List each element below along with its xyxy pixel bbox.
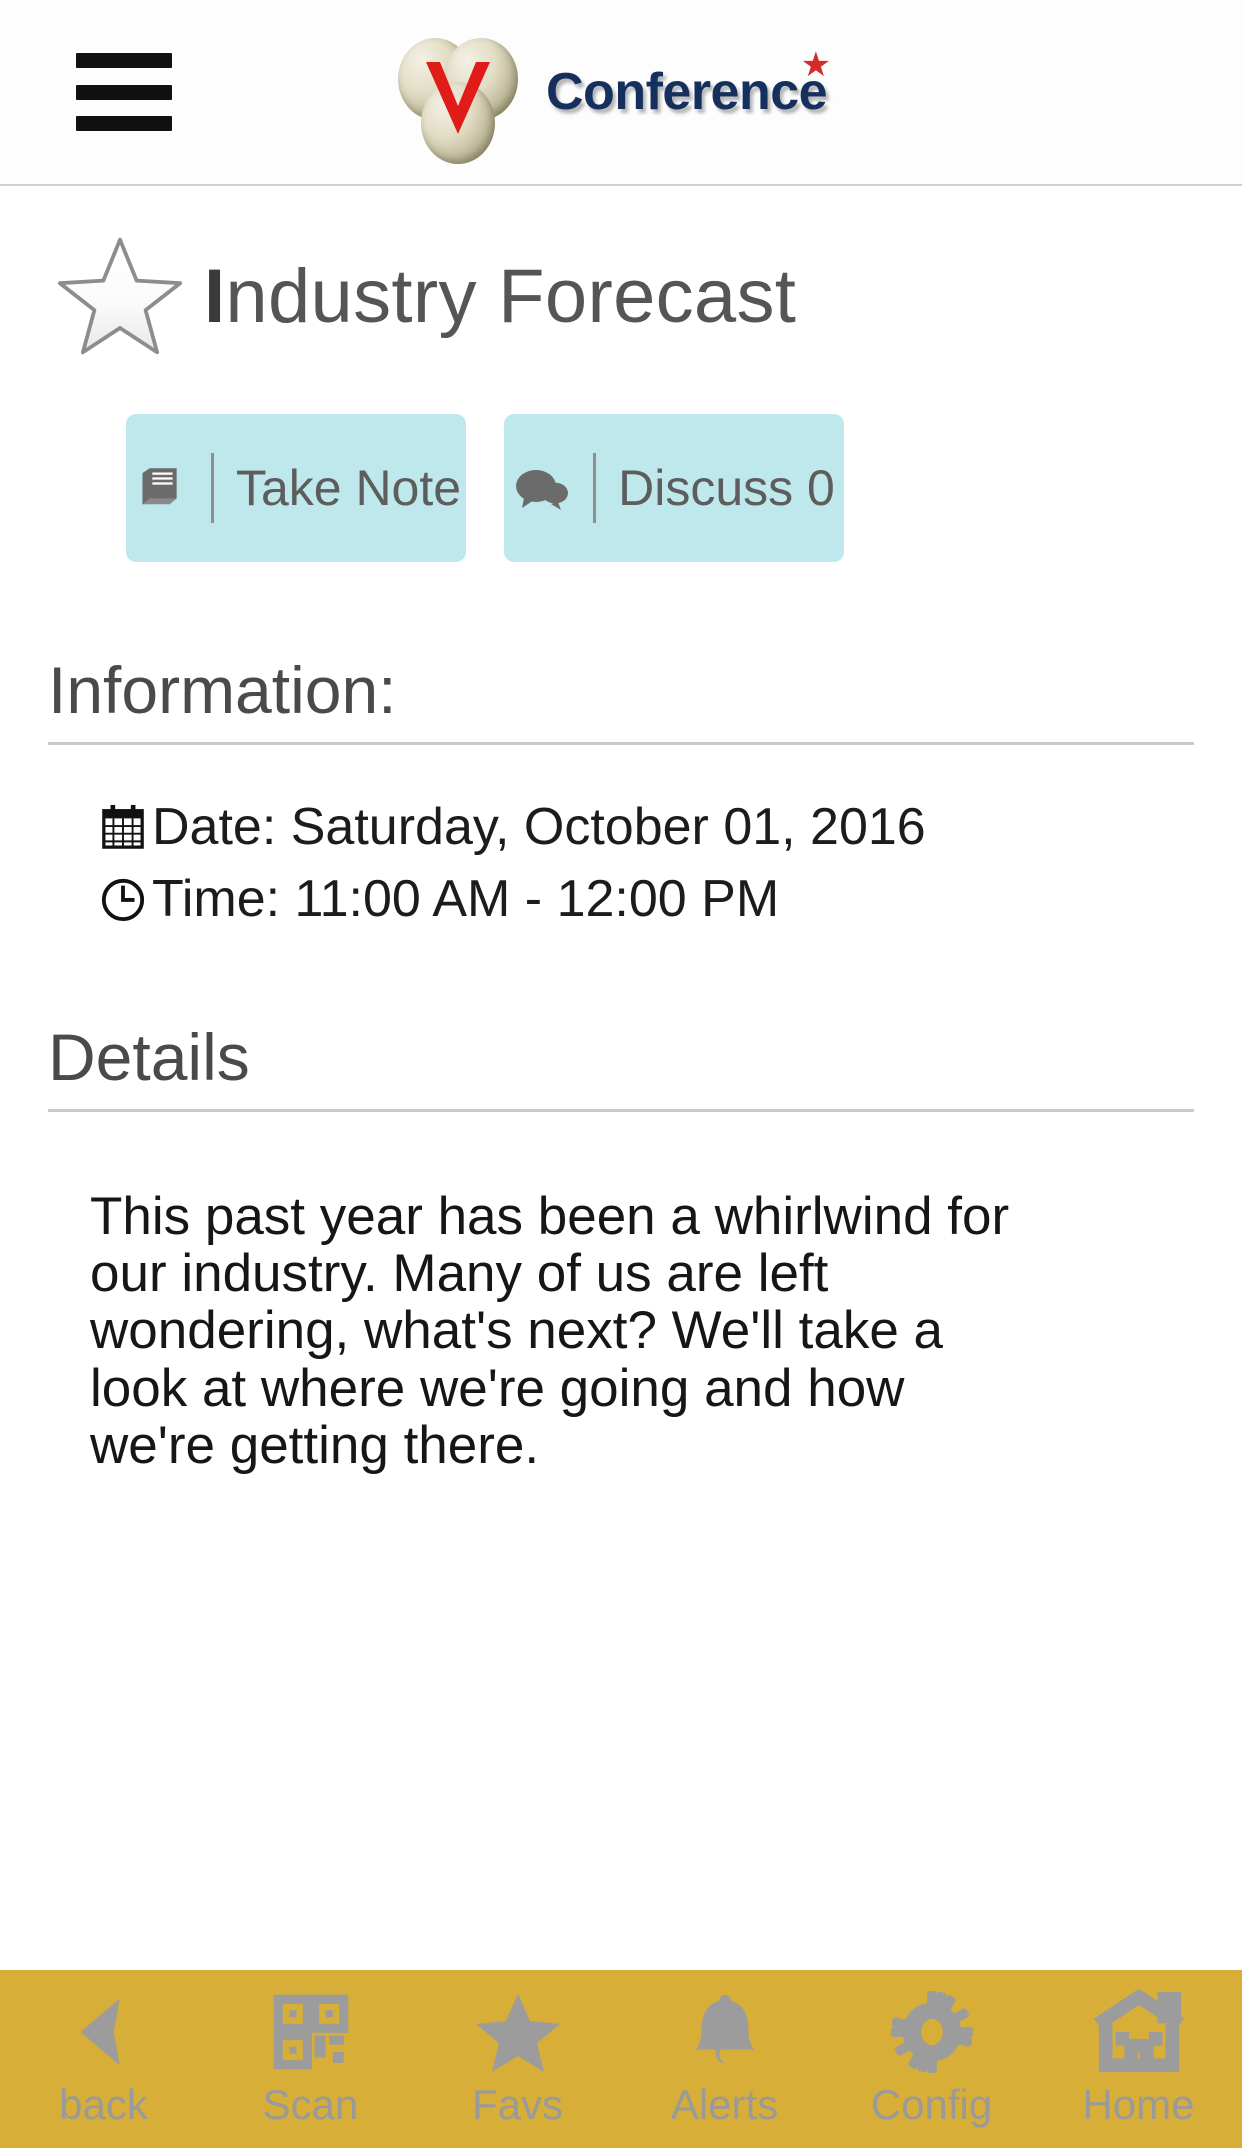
info-date-text: Date: Saturday, October 01, 2016 — [152, 798, 926, 856]
tab-home[interactable]: Home — [1035, 1970, 1242, 2148]
hamburger-menu-icon[interactable] — [76, 53, 172, 131]
hamburger-bar — [76, 84, 172, 100]
tab-alerts-label: Alerts — [670, 2081, 779, 2128]
page-title-rest: ndustry Forecast — [225, 253, 797, 339]
tab-back-label: back — [59, 2081, 148, 2128]
brand-wordmark: Conference ★ — [546, 48, 831, 122]
details-section: Details This past year has been a whirlw… — [0, 1019, 1242, 1474]
tab-favs[interactable]: Favs — [414, 1970, 621, 2148]
calendar-icon — [100, 797, 152, 856]
information-section: Information: Date: Saturday, October 01,… — [0, 652, 1242, 929]
discuss-button[interactable]: Discuss 0 — [504, 414, 844, 562]
information-heading: Information: — [48, 652, 1194, 745]
action-button-group: Take Note Discuss 0 — [0, 358, 1242, 562]
discuss-label: Discuss 0 — [618, 460, 835, 516]
hamburger-bar — [76, 53, 172, 68]
details-heading: Details — [48, 1019, 1194, 1112]
take-note-label: Take Note — [235, 460, 462, 516]
conference-logo-icon — [398, 32, 518, 164]
clock-icon — [100, 869, 152, 928]
chat-bubbles-icon — [513, 463, 571, 513]
brand-star-icon: ★ — [800, 46, 832, 84]
home-icon — [1093, 1986, 1184, 2078]
app-screen: Conference ★ Industry Forecast Take Note… — [0, 0, 1242, 2148]
tab-back[interactable]: back — [0, 1970, 207, 2148]
qr-scan-icon — [271, 1986, 351, 2078]
book-icon — [131, 461, 189, 515]
bottom-tab-bar: back Scan Favs Alerts Config Home — [0, 1970, 1242, 2148]
tab-favs-label: Favs — [471, 2081, 563, 2128]
tab-home-label: Home — [1082, 2081, 1195, 2128]
star-outline-icon[interactable] — [56, 234, 184, 358]
take-note-button[interactable]: Take Note — [126, 414, 466, 562]
information-list: Date: Saturday, October 01, 2016 Time: 1… — [48, 745, 1194, 929]
button-divider — [593, 453, 597, 523]
star-filled-icon — [474, 1986, 562, 2078]
hamburger-bar — [76, 116, 172, 131]
tab-config-label: Config — [870, 2081, 993, 2128]
page-title-initial: I — [204, 253, 226, 339]
info-row-date: Date: Saturday, October 01, 2016 — [100, 797, 1194, 857]
info-row-time: Time: 11:00 AM - 12:00 PM — [100, 869, 1194, 929]
details-body-text: This past year has been a whirlwind for … — [90, 1187, 1010, 1475]
gear-icon — [889, 1986, 975, 2078]
tab-scan[interactable]: Scan — [207, 1970, 414, 2148]
tab-scan-label: Scan — [262, 2081, 359, 2128]
bell-icon — [686, 1986, 764, 2078]
info-time-text: Time: 11:00 AM - 12:00 PM — [152, 870, 780, 928]
button-divider — [210, 453, 214, 523]
app-header: Conference ★ — [0, 0, 1242, 186]
logo-v-mark — [426, 62, 490, 134]
session-title-row: Industry Forecast — [0, 186, 1242, 358]
back-arrow-icon — [61, 1986, 147, 2078]
brand-text: Conference — [546, 63, 828, 121]
brand-logo[interactable]: Conference ★ — [398, 32, 831, 164]
tab-config[interactable]: Config — [828, 1970, 1035, 2148]
page-title: Industry Forecast — [204, 253, 796, 340]
tab-alerts[interactable]: Alerts — [621, 1970, 828, 2148]
